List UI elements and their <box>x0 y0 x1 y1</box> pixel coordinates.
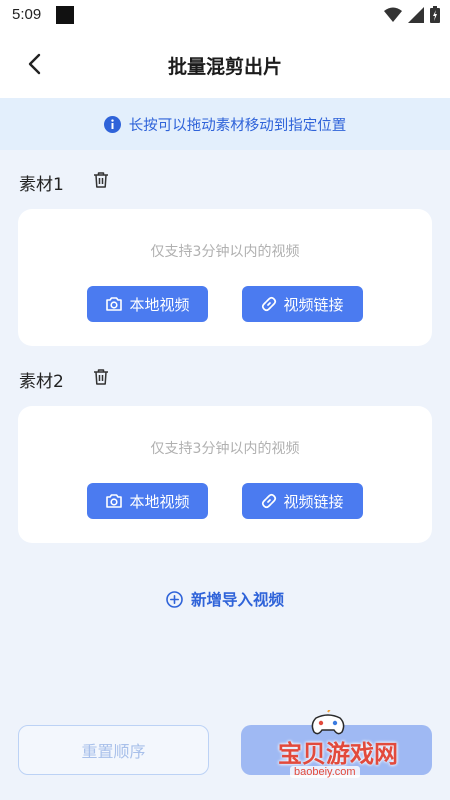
link-icon <box>262 296 277 312</box>
video-link-label: 视频链接 <box>283 492 344 511</box>
wifi-icon <box>384 7 402 22</box>
material-1-local-video-button[interactable]: 本地视频 <box>87 286 208 322</box>
camera-icon <box>106 494 123 508</box>
header: 批量混剪出片 <box>0 30 450 98</box>
reset-order-button[interactable]: 重置顺序 <box>18 725 209 775</box>
notification-icon <box>56 6 74 24</box>
info-icon <box>103 115 121 133</box>
tip-banner: 长按可以拖动素材移动到指定位置 <box>0 98 450 150</box>
material-2-label: 素材2 <box>19 372 64 392</box>
material-1-label: 素材1 <box>19 175 64 195</box>
trash-icon <box>94 369 108 385</box>
delete-material-2-button[interactable] <box>91 367 111 387</box>
material-2-card: 仅支持3分钟以内的视频 本地视频 视频链接 <box>18 406 432 543</box>
status-bar: 5:09 <box>0 0 450 30</box>
plus-circle-icon <box>166 590 183 608</box>
page-title: 批量混剪出片 <box>167 56 282 78</box>
material-1-video-link-button[interactable]: 视频链接 <box>242 286 363 322</box>
material-2-video-link-button[interactable]: 视频链接 <box>242 483 363 519</box>
material-1-hint: 仅支持3分钟以内的视频 <box>150 244 300 260</box>
delete-material-1-button[interactable] <box>91 170 111 190</box>
material-1-card: 仅支持3分钟以内的视频 本地视频 视频链接 <box>18 209 432 346</box>
camera-icon <box>106 297 123 311</box>
material-2-hint: 仅支持3分钟以内的视频 <box>150 441 300 457</box>
trash-icon <box>94 172 108 188</box>
signal-icon <box>408 6 424 23</box>
add-video-label: 新增导入视频 <box>190 591 284 609</box>
tip-text: 长按可以拖动素材移动到指定位置 <box>128 117 347 134</box>
confirm-button[interactable] <box>241 725 432 775</box>
local-video-label: 本地视频 <box>129 295 190 314</box>
video-link-label: 视频链接 <box>283 295 344 314</box>
status-icons <box>384 6 440 23</box>
material-2-local-video-button[interactable]: 本地视频 <box>87 483 208 519</box>
battery-icon <box>430 6 440 23</box>
status-time: 5:09 <box>12 6 42 23</box>
link-icon <box>262 493 277 509</box>
local-video-label: 本地视频 <box>129 492 190 511</box>
add-video-button[interactable]: 新增导入视频 <box>0 588 450 610</box>
